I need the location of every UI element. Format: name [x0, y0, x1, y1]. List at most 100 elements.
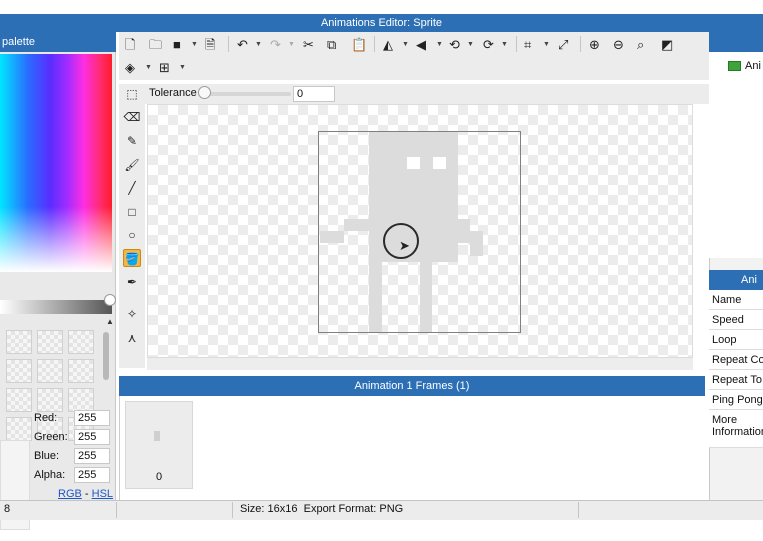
- undo-icon[interactable]: ↶: [237, 37, 248, 53]
- sprite-arm-right-lower: [470, 243, 483, 256]
- animation-properties-header: Ani: [709, 270, 763, 290]
- redo-dropdown-icon[interactable]: ▼: [288, 37, 295, 53]
- paint-bucket-icon[interactable]: 🪣: [123, 249, 141, 267]
- line-icon[interactable]: ╱: [123, 179, 141, 197]
- hsl-link[interactable]: HSL: [92, 488, 113, 500]
- swatch[interactable]: [37, 330, 63, 354]
- crop-icon[interactable]: ⌗: [524, 37, 531, 53]
- brush-icon[interactable]: 🖌: [123, 156, 141, 174]
- undo-dropdown-icon[interactable]: ▼: [255, 37, 262, 53]
- swatch[interactable]: [6, 359, 32, 383]
- resize-icon[interactable]: ⤢: [558, 37, 568, 53]
- green-row: Green: 255: [34, 429, 114, 447]
- swatch[interactable]: [37, 388, 63, 412]
- alpha-input[interactable]: 255: [74, 467, 110, 483]
- layers-icon[interactable]: ◈: [125, 60, 135, 76]
- blue-input[interactable]: 255: [74, 448, 110, 464]
- property-repeat-to[interactable]: Repeat To: [709, 370, 763, 390]
- canvas-horizontal-scrollbar[interactable]: [147, 358, 693, 370]
- grid-toggle-icon[interactable]: ◩: [661, 37, 673, 53]
- frames-header: Animation 1 Frames (1): [119, 376, 705, 396]
- swatch[interactable]: [68, 359, 94, 383]
- swatch[interactable]: [37, 359, 63, 383]
- status-divider: [578, 502, 579, 518]
- animation-item-icon: [728, 61, 741, 71]
- alpha-label: Alpha:: [34, 469, 66, 481]
- eyedropper-icon[interactable]: ✒: [123, 273, 141, 291]
- swatch[interactable]: [6, 330, 32, 354]
- brightness-slider[interactable]: [0, 300, 112, 314]
- copy-icon[interactable]: ⧉: [327, 37, 336, 53]
- frame-thumbnail-sprite: [154, 431, 160, 441]
- swatch-scrollbar[interactable]: [103, 332, 109, 380]
- swatch[interactable]: [68, 330, 94, 354]
- rectangle-icon[interactable]: □: [123, 203, 141, 221]
- window-title: Animations Editor: Sprite: [0, 14, 763, 32]
- sprite-arm-right-upper: [458, 219, 470, 231]
- save-icon[interactable]: ■: [173, 37, 181, 53]
- tolerance-slider-track[interactable]: [203, 92, 291, 96]
- rotate-left-icon[interactable]: ⟲: [449, 37, 460, 53]
- property-speed[interactable]: Speed: [709, 310, 763, 330]
- swatch[interactable]: [68, 388, 94, 412]
- toolbar-separator: [580, 36, 581, 52]
- property-more-information[interactable]: More Information: [709, 410, 763, 448]
- layers-dropdown-icon[interactable]: ▼: [145, 60, 152, 76]
- grid-dropdown-icon[interactable]: ▼: [179, 60, 186, 76]
- property-label: Ping Pong: [712, 394, 763, 406]
- animations-list-header: [709, 32, 763, 52]
- property-loop[interactable]: Loop: [709, 330, 763, 350]
- rotate-right-icon[interactable]: ⟳: [483, 37, 494, 53]
- new-file-icon[interactable]: 🗋: [125, 37, 135, 53]
- property-label: Name: [712, 294, 742, 306]
- color-spectrum[interactable]: [0, 54, 112, 272]
- status-size: Size: 16x16: [240, 503, 298, 515]
- tolerance-slider-thumb[interactable]: [198, 86, 211, 99]
- red-input[interactable]: 255: [74, 410, 110, 426]
- status-export-format: Export Format: PNG: [303, 503, 404, 515]
- export-icon[interactable]: 🗎: [205, 37, 215, 53]
- cut-icon[interactable]: ✂: [303, 37, 314, 53]
- save-dropdown-icon[interactable]: ▼: [191, 37, 198, 53]
- green-input[interactable]: 255: [74, 429, 110, 445]
- open-folder-icon[interactable]: 🗀: [149, 37, 162, 53]
- flip-horizontal-icon[interactable]: ◭: [383, 37, 393, 53]
- triangle-up-icon: ▲: [106, 317, 114, 326]
- flip-vertical-dropdown-icon[interactable]: ▼: [436, 37, 443, 53]
- node-icon[interactable]: ⋏: [123, 329, 141, 347]
- eraser-icon[interactable]: ⌫: [123, 108, 141, 126]
- red-label: Red:: [34, 412, 58, 424]
- property-name[interactable]: Name: [709, 290, 763, 310]
- property-repeat-count[interactable]: Repeat Co: [709, 350, 763, 370]
- flip-horizontal-dropdown-icon[interactable]: ▼: [402, 37, 409, 53]
- property-ping-pong[interactable]: Ping Pong: [709, 390, 763, 410]
- star-icon[interactable]: ✧: [123, 305, 141, 323]
- crop-dropdown-icon[interactable]: ▼: [543, 37, 550, 53]
- zoom-fit-icon[interactable]: ⌕: [637, 37, 644, 53]
- pencil-icon[interactable]: ✎: [123, 132, 141, 150]
- brightness-knob[interactable]: [104, 294, 116, 306]
- flip-vertical-icon[interactable]: ◀: [416, 37, 426, 53]
- status-size-format: Size: 16x16 Export Format: PNG: [240, 503, 403, 515]
- ellipse-icon[interactable]: ○: [123, 226, 141, 244]
- swatch[interactable]: [6, 388, 32, 412]
- animation-item-label[interactable]: Ani: [745, 60, 761, 72]
- color-mode-links: RGB - HSL: [58, 488, 113, 500]
- animations-list: [709, 52, 763, 258]
- zoom-out-icon[interactable]: ⊖: [613, 37, 624, 53]
- rotate-left-dropdown-icon[interactable]: ▼: [467, 37, 474, 53]
- paste-icon[interactable]: 📋: [351, 37, 367, 53]
- redo-icon[interactable]: ↷: [270, 37, 281, 53]
- tolerance-input[interactable]: 0: [293, 86, 335, 102]
- status-divider: [232, 502, 233, 518]
- property-label: Repeat To: [712, 374, 762, 386]
- grid-icon[interactable]: ⊞: [159, 60, 170, 76]
- swatch[interactable]: [6, 417, 32, 441]
- rgb-link[interactable]: RGB: [58, 488, 82, 500]
- frames-list: [119, 396, 705, 500]
- rotate-right-dropdown-icon[interactable]: ▼: [501, 37, 508, 53]
- select-icon[interactable]: ⬚: [123, 85, 141, 103]
- sprite-eye-left: [407, 157, 420, 169]
- zoom-in-icon[interactable]: ⊕: [589, 37, 600, 53]
- property-label: More Information: [712, 414, 763, 438]
